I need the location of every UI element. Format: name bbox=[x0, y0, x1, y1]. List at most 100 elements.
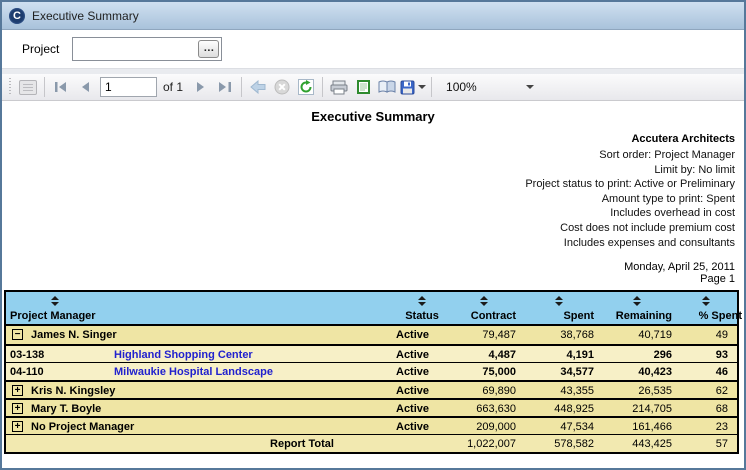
next-page-icon[interactable] bbox=[190, 76, 212, 98]
report-option-line: Includes expenses and consultants bbox=[2, 236, 735, 251]
status-cell: Active bbox=[390, 418, 454, 434]
report-option-line: Limit by: No limit bbox=[2, 163, 735, 178]
report-page-number: Page 1 bbox=[2, 273, 744, 285]
refresh-icon[interactable] bbox=[295, 76, 317, 98]
report-option-line: Includes overhead in cost bbox=[2, 206, 735, 221]
first-page-icon[interactable] bbox=[50, 76, 72, 98]
header-label: Project Manager bbox=[6, 310, 386, 322]
expand-icon[interactable]: + bbox=[12, 421, 23, 432]
spent-cell: 38,768 bbox=[524, 326, 594, 344]
spent-cell: 43,355 bbox=[524, 382, 594, 398]
zoom-value: 100% bbox=[446, 80, 477, 94]
report-option-line: Amount type to print: Spent bbox=[2, 192, 735, 207]
status-cell: Active bbox=[390, 400, 454, 416]
spent-cell: 34,577 bbox=[524, 363, 594, 380]
header-label: Remaining bbox=[602, 310, 672, 322]
last-page-icon[interactable] bbox=[214, 76, 236, 98]
contract-cell: 663,630 bbox=[452, 400, 516, 416]
remaining-total-cell: 443,425 bbox=[602, 435, 672, 452]
status-cell: Active bbox=[390, 326, 454, 344]
document-map-icon[interactable] bbox=[17, 76, 39, 98]
export-dropdown-caret[interactable] bbox=[418, 85, 426, 89]
print-layout-icon[interactable] bbox=[352, 76, 374, 98]
expand-icon[interactable]: + bbox=[12, 403, 23, 414]
spent-total-cell: 578,582 bbox=[524, 435, 594, 452]
contract-cell: 79,487 bbox=[452, 326, 516, 344]
page-setup-icon[interactable] bbox=[376, 76, 398, 98]
header-label: Status bbox=[390, 310, 454, 322]
contract-cell: 209,000 bbox=[452, 418, 516, 434]
pct-spent-cell: 23 bbox=[670, 418, 728, 434]
header-label: % Spent bbox=[670, 310, 742, 322]
toolbar-separator bbox=[241, 77, 242, 97]
pct-spent-total-cell: 57 bbox=[670, 435, 728, 452]
sort-arrows-icon[interactable] bbox=[51, 296, 59, 307]
table-header-row: Project Manager Status Contract Spent Re… bbox=[6, 292, 737, 326]
spent-cell: 4,191 bbox=[524, 346, 594, 362]
table-row-project: 03-138 Highland Shopping Center Active 4… bbox=[6, 344, 737, 362]
toolbar-separator bbox=[431, 77, 432, 97]
toolbar-separator bbox=[322, 77, 323, 97]
project-browse-button[interactable]: … bbox=[198, 40, 219, 58]
spent-cell: 448,925 bbox=[524, 400, 594, 416]
table-row-manager: + Kris N. Kingsley Active 69,890 43,355 … bbox=[6, 380, 737, 398]
sort-arrows-icon[interactable] bbox=[418, 296, 426, 307]
report-title: Executive Summary bbox=[2, 101, 744, 124]
table-row-total: Report Total 1,022,007 578,582 443,425 5… bbox=[6, 434, 737, 452]
previous-page-icon[interactable] bbox=[74, 76, 96, 98]
zoom-combo[interactable]: 100% bbox=[440, 77, 540, 97]
toolbar-grip-handle[interactable] bbox=[8, 78, 12, 96]
table-row-manager: − James N. Singer Active 79,487 38,768 4… bbox=[6, 326, 737, 344]
project-panel: Project … bbox=[2, 30, 744, 68]
remaining-cell: 214,705 bbox=[602, 400, 672, 416]
report-option-line: Sort order: Project Manager bbox=[2, 148, 735, 163]
manager-name: James N. Singer bbox=[31, 326, 117, 344]
sort-arrows-icon[interactable] bbox=[702, 296, 710, 307]
app-logo-icon: C bbox=[9, 8, 25, 24]
window-title: Executive Summary bbox=[32, 9, 139, 23]
titlebar: C Executive Summary bbox=[2, 2, 744, 30]
report-viewer-window: C Executive Summary Project … of 1 bbox=[0, 0, 746, 470]
contract-cell: 75,000 bbox=[452, 363, 516, 380]
project-code: 04-110 bbox=[10, 363, 44, 381]
header-project-manager: Project Manager bbox=[6, 292, 386, 324]
header-remaining: Remaining bbox=[602, 292, 672, 324]
status-cell: Active bbox=[390, 382, 454, 398]
report-options: Sort order: Project Manager Limit by: No… bbox=[2, 148, 744, 250]
company-name: Accutera Architects bbox=[2, 133, 744, 145]
sort-arrows-icon[interactable] bbox=[633, 296, 641, 307]
collapse-icon[interactable]: − bbox=[12, 329, 23, 340]
report-date: Monday, April 25, 2011 bbox=[2, 261, 744, 273]
report-option-line: Cost does not include premium cost bbox=[2, 221, 735, 236]
pct-spent-cell: 46 bbox=[670, 363, 728, 380]
contract-cell: 69,890 bbox=[452, 382, 516, 398]
status-cell: Active bbox=[390, 363, 454, 380]
header-status: Status bbox=[390, 292, 454, 324]
expand-icon[interactable]: + bbox=[12, 385, 23, 396]
pct-spent-cell: 62 bbox=[670, 382, 728, 398]
report-toolbar: of 1 100% bbox=[2, 74, 744, 101]
back-icon[interactable] bbox=[247, 76, 269, 98]
remaining-cell: 40,719 bbox=[602, 326, 672, 344]
remaining-cell: 26,535 bbox=[602, 382, 672, 398]
table-row-project: 04-110 Milwaukie Hospital Landscape Acti… bbox=[6, 362, 737, 380]
print-icon[interactable] bbox=[328, 76, 350, 98]
project-link[interactable]: Milwaukie Hospital Landscape bbox=[114, 363, 273, 381]
page-number-input[interactable] bbox=[100, 77, 157, 97]
export-save-icon[interactable] bbox=[400, 76, 426, 98]
page-count-label: of 1 bbox=[163, 80, 183, 94]
sort-arrows-icon[interactable] bbox=[480, 296, 488, 307]
sort-arrows-icon[interactable] bbox=[555, 296, 563, 307]
remaining-cell: 161,466 bbox=[602, 418, 672, 434]
table-row-manager: + Mary T. Boyle Active 663,630 448,925 2… bbox=[6, 398, 737, 416]
header-pct-spent: % Spent bbox=[670, 292, 742, 324]
pct-spent-cell: 93 bbox=[670, 346, 728, 362]
report-body: Executive Summary Accutera Architects So… bbox=[2, 101, 744, 470]
remaining-cell: 296 bbox=[602, 346, 672, 362]
stop-icon[interactable] bbox=[271, 76, 293, 98]
summary-table: Project Manager Status Contract Spent Re… bbox=[4, 290, 739, 454]
pct-spent-cell: 68 bbox=[670, 400, 728, 416]
spent-cell: 47,534 bbox=[524, 418, 594, 434]
remaining-cell: 40,423 bbox=[602, 363, 672, 380]
header-spent: Spent bbox=[524, 292, 594, 324]
